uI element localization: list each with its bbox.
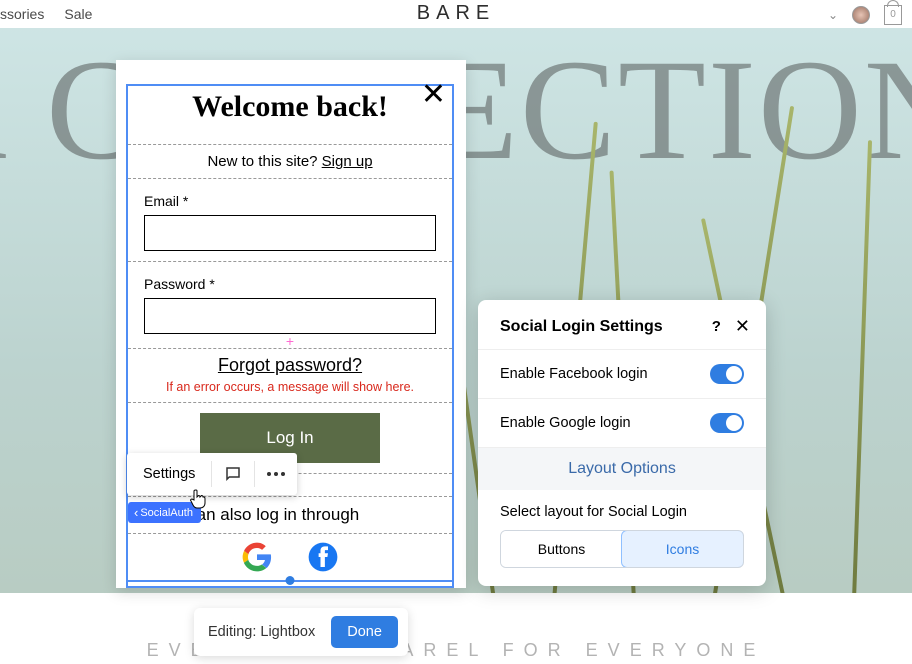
top-nav: ssories Sale (0, 6, 92, 22)
layout-option-buttons[interactable]: Buttons (501, 531, 622, 567)
panel-title: Social Login Settings (500, 318, 663, 336)
close-icon[interactable]: ✕ (421, 80, 446, 110)
help-icon[interactable]: ? (712, 318, 721, 335)
signup-row: New to this site? Sign up (128, 144, 452, 179)
layout-option-icons[interactable]: Icons (621, 530, 744, 568)
editing-pill: Editing: Lightbox Done (194, 608, 408, 656)
cursor-pointer-icon (190, 489, 208, 509)
more-icon[interactable] (255, 472, 297, 476)
social-login-settings-panel: Social Login Settings ? ✕ Enable Faceboo… (478, 300, 766, 586)
editing-label: Editing: Lightbox (208, 624, 315, 640)
forgot-password-link[interactable]: Forgot password? (218, 355, 362, 375)
done-button[interactable]: Done (331, 616, 398, 648)
password-field[interactable] (144, 298, 436, 334)
layout-segmented-control: Buttons Icons (500, 530, 744, 568)
resize-handle[interactable] (286, 576, 295, 585)
nav-link-sale[interactable]: Sale (64, 6, 92, 22)
error-message: If an error occurs, a message will show … (128, 380, 452, 402)
element-toolbar: Settings (127, 453, 297, 495)
signup-prompt: New to this site? (207, 153, 321, 170)
settings-button[interactable]: Settings (127, 466, 211, 482)
close-panel-icon[interactable]: ✕ (735, 316, 750, 337)
enable-google-toggle[interactable] (710, 413, 744, 433)
login-title: Welcome back! (128, 90, 452, 124)
facebook-icon[interactable] (308, 542, 338, 572)
enable-google-label: Enable Google login (500, 415, 631, 431)
enable-facebook-label: Enable Facebook login (500, 366, 648, 382)
layout-options-header: Layout Options (478, 447, 766, 490)
signup-link[interactable]: Sign up (322, 153, 373, 170)
comment-icon[interactable] (212, 465, 254, 483)
avatar[interactable] (852, 6, 870, 24)
tagline: EVERYDAY APPAREL FOR EVERYONE (60, 640, 852, 661)
cart-icon[interactable]: 0 (884, 5, 902, 25)
email-field[interactable] (144, 215, 436, 251)
add-element-icon[interactable]: + (128, 334, 452, 348)
email-label: Email * (128, 179, 452, 215)
layout-subtext: Select layout for Social Login (478, 490, 766, 530)
brand-logo: BARE (417, 2, 495, 25)
enable-facebook-toggle[interactable] (710, 364, 744, 384)
google-icon[interactable] (242, 542, 272, 572)
nav-link-accessories[interactable]: ssories (0, 6, 44, 22)
password-label: Password * (128, 262, 452, 298)
chevron-down-icon[interactable]: ⌄ (828, 8, 838, 22)
